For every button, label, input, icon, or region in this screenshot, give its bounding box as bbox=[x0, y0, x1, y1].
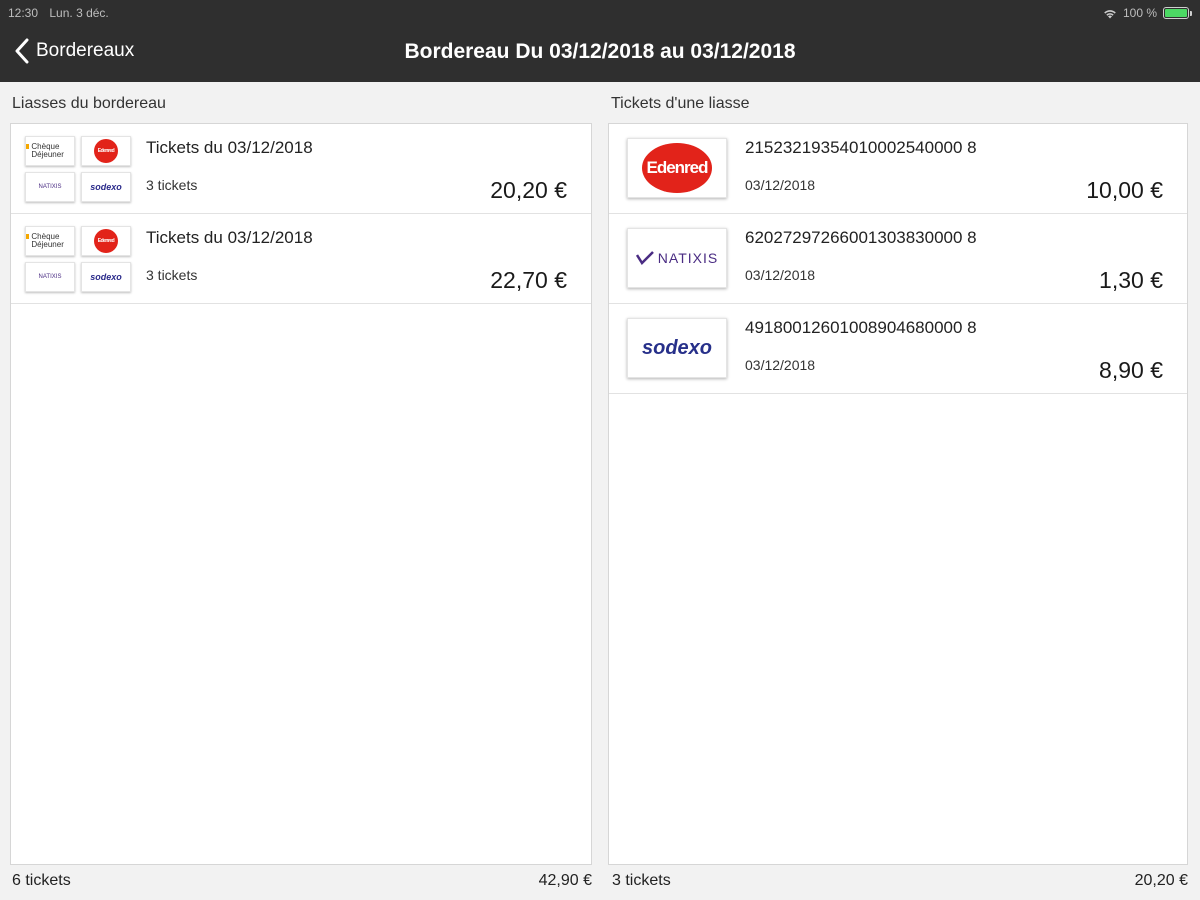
left-footer-total: 42,90 € bbox=[538, 872, 592, 889]
liasse-row[interactable]: Chèque Déjeuner Edenred NATIXIS sodexo T… bbox=[11, 124, 591, 214]
right-footer-count: 3 tickets bbox=[612, 872, 671, 889]
ticket-row[interactable]: sodexo 49180012601008904680000 8 03/12/2… bbox=[609, 304, 1187, 394]
liasse-row[interactable]: Chèque Déjeuner Edenred NATIXIS sodexo T… bbox=[11, 214, 591, 304]
battery-icon bbox=[1163, 7, 1192, 19]
edenred-logo: Edenred bbox=[81, 226, 131, 256]
natixis-logo: NATIXIS bbox=[25, 262, 75, 292]
ticket-date: 03/12/2018 bbox=[745, 357, 816, 373]
status-bar: 12:30 Lun. 3 déc. 100 % bbox=[8, 5, 1192, 21]
liasses-list: Chèque Déjeuner Edenred NATIXIS sodexo T… bbox=[10, 123, 592, 865]
edenred-logo: Edenred bbox=[627, 138, 727, 198]
ticket-amount: 10,00 € bbox=[1086, 177, 1163, 203]
liasse-logos: Chèque Déjeuner Edenred NATIXIS sodexo bbox=[25, 136, 135, 202]
ticket-code: 49180012601008904680000 8 bbox=[745, 318, 977, 337]
sodexo-logo: sodexo bbox=[81, 172, 131, 202]
left-section-label: Liasses du bordereau bbox=[12, 95, 166, 112]
ticket-amount: 1,30 € bbox=[1099, 267, 1163, 293]
liasse-count: 3 tickets bbox=[146, 267, 198, 283]
right-section-label: Tickets d'une liasse bbox=[611, 95, 750, 112]
ticket-code: 62027297266001303830000 8 bbox=[745, 228, 977, 247]
natixis-logo: NATIXIS bbox=[25, 172, 75, 202]
ticket-code: 21523219354010002540000 8 bbox=[745, 138, 977, 157]
ticket-row[interactable]: Edenred 21523219354010002540000 8 03/12/… bbox=[609, 124, 1187, 214]
sodexo-logo: sodexo bbox=[81, 262, 131, 292]
ticket-date: 03/12/2018 bbox=[745, 267, 816, 283]
ticket-amount: 8,90 € bbox=[1099, 357, 1163, 383]
cheque-dejeuner-logo: Chèque Déjeuner bbox=[25, 226, 75, 256]
ticket-row[interactable]: NATIXIS 62027297266001303830000 8 03/12/… bbox=[609, 214, 1187, 304]
right-footer-total: 20,20 € bbox=[1134, 872, 1188, 889]
liasse-amount: 20,20 € bbox=[490, 177, 567, 203]
natixis-logo: NATIXIS bbox=[627, 228, 727, 288]
liasse-count: 3 tickets bbox=[146, 177, 198, 193]
status-date: Lun. 3 déc. bbox=[49, 6, 109, 20]
natixis-mark-icon bbox=[635, 251, 654, 265]
tickets-list: Edenred 21523219354010002540000 8 03/12/… bbox=[608, 123, 1188, 865]
liasse-amount: 22,70 € bbox=[490, 267, 567, 293]
ticket-date: 03/12/2018 bbox=[745, 177, 816, 193]
top-bar: 12:30 Lun. 3 déc. 100 % Bordereaux Borde… bbox=[0, 0, 1200, 82]
liasse-title: Tickets du 03/12/2018 bbox=[146, 228, 313, 247]
liasse-logos: Chèque Déjeuner Edenred NATIXIS sodexo bbox=[25, 226, 135, 292]
edenred-logo: Edenred bbox=[81, 136, 131, 166]
sodexo-logo: sodexo bbox=[627, 318, 727, 378]
liasse-title: Tickets du 03/12/2018 bbox=[146, 138, 313, 157]
battery-percent: 100 % bbox=[1122, 6, 1157, 20]
cheque-dejeuner-logo: Chèque Déjeuner bbox=[25, 136, 75, 166]
status-time: 12:30 bbox=[8, 6, 39, 20]
left-footer-count: 6 tickets bbox=[12, 872, 71, 889]
wifi-icon bbox=[1104, 9, 1116, 18]
page-title: Bordereau Du 03/12/2018 au 03/12/2018 bbox=[404, 40, 796, 63]
